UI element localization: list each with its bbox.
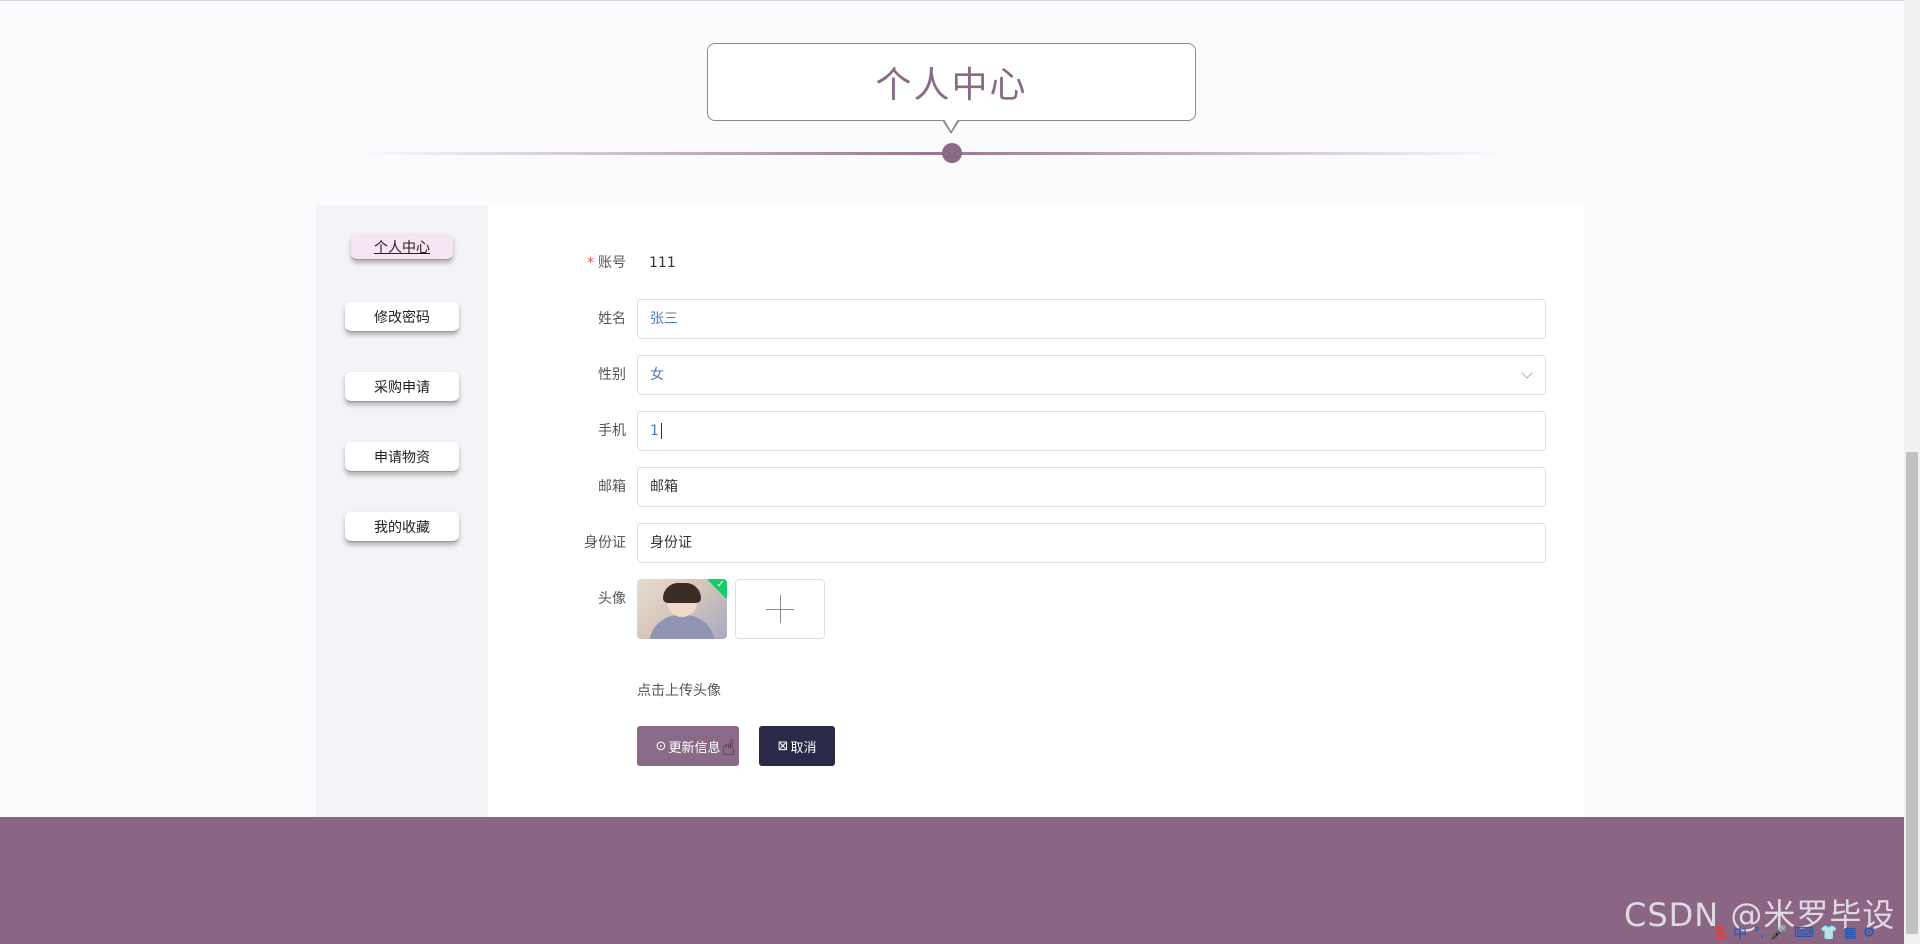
sidebar-item-profile[interactable]: 个人中心 — [351, 234, 453, 260]
sidebar-item-label: 申请物资 — [374, 449, 430, 466]
plus-icon-vertical — [780, 595, 781, 623]
page-title: 个人中心 — [875, 65, 1028, 106]
skin-icon[interactable]: 👕 — [1820, 925, 1837, 941]
phone-label: 手机 — [598, 423, 626, 439]
gender-label: 性别 — [598, 367, 626, 383]
check-icon: ✓ — [716, 579, 725, 590]
avatar-upload-tip: 点击上传头像 — [637, 683, 721, 699]
scrollbar-thumb[interactable] — [1906, 452, 1918, 934]
form-row-phone: 手机 1 — [560, 411, 1546, 451]
id-card-label: 身份证 — [584, 535, 626, 551]
avatar-body-shape — [649, 615, 715, 639]
avatar-label: 头像 — [598, 591, 626, 607]
form-row-id-card: 身份证 身份证 — [560, 523, 1546, 563]
form-row-gender: 性别 女 — [560, 355, 1546, 395]
sidebar-item-label: 采购申请 — [374, 379, 430, 396]
gender-select[interactable]: 女 — [637, 355, 1546, 395]
email-input[interactable]: 邮箱 — [637, 467, 1546, 507]
account-label-text: 账号 — [598, 255, 626, 271]
form-row-email: 邮箱 邮箱 — [560, 467, 1546, 507]
sidebar-item-change-password[interactable]: 修改密码 — [345, 302, 459, 332]
content-panel — [316, 205, 1584, 817]
cancel-button[interactable]: ⊠ 取消 — [759, 726, 835, 766]
phone-value: 1 — [650, 423, 659, 439]
toolbox-icon[interactable]: ▦ — [1844, 925, 1857, 941]
sidebar-item-label: 修改密码 — [374, 309, 430, 326]
title-divider — [362, 152, 1502, 155]
microphone-icon[interactable]: 🎤 — [1770, 925, 1787, 941]
sidebar-item-label: 个人中心 — [374, 239, 430, 256]
sidebar — [316, 205, 488, 817]
form-row-name: 姓名 张三 — [560, 299, 1546, 339]
name-input[interactable]: 张三 — [637, 299, 1546, 339]
form-row-account: * 账号 111 — [560, 243, 1546, 283]
cancel-label: 取消 — [790, 740, 817, 756]
sidebar-item-label: 我的收藏 — [374, 519, 430, 536]
top-border — [0, 0, 1904, 1]
page-title-box: 个人中心 — [707, 43, 1196, 121]
keyboard-icon[interactable]: ⌨ — [1794, 925, 1814, 941]
ime-chinese-mode[interactable]: 中 — [1733, 923, 1747, 943]
ime-tray: S 中 °, 🎤 ⌨ 👕 ▦ ⚙ — [1714, 922, 1920, 944]
id-card-input[interactable]: 身份证 — [637, 523, 1546, 563]
account-label: * 账号 — [560, 243, 626, 283]
name-label: 姓名 — [598, 311, 626, 327]
avatar-upload-button[interactable] — [735, 579, 825, 639]
footer — [0, 817, 1904, 944]
sidebar-item-purchase-request[interactable]: 采购申请 — [345, 372, 459, 402]
email-label: 邮箱 — [598, 479, 626, 495]
punctuation-icon[interactable]: °, — [1753, 925, 1764, 941]
text-caret — [660, 423, 662, 439]
hand-cursor-icon: ☝ — [722, 736, 736, 761]
title-dot — [942, 143, 962, 163]
sidebar-item-apply-supplies[interactable]: 申请物资 — [345, 442, 459, 472]
avatar-thumbnail[interactable]: ✓ — [637, 579, 727, 639]
chevron-down-icon — [1521, 367, 1533, 379]
account-value: 111 — [649, 255, 676, 271]
update-info-label: 更新信息 — [668, 740, 721, 756]
close-square-icon: ⊠ — [777, 738, 789, 754]
gender-selected-value: 女 — [650, 367, 664, 383]
phone-input[interactable]: 1 — [637, 411, 1546, 451]
settings-icon[interactable]: ⚙ — [1863, 925, 1876, 941]
required-star: * — [587, 255, 594, 271]
avatar-hair-shape — [663, 583, 701, 603]
sidebar-item-my-favorites[interactable]: 我的收藏 — [345, 512, 459, 542]
circle-check-icon: ⊙ — [655, 738, 667, 754]
sogou-logo-icon[interactable]: S — [1714, 923, 1727, 944]
page: 个人中心 个人中心 修改密码 采购申请 申请物资 我的收藏 * 账号 111 姓名… — [0, 0, 1920, 944]
title-pointer-inner — [944, 119, 958, 131]
